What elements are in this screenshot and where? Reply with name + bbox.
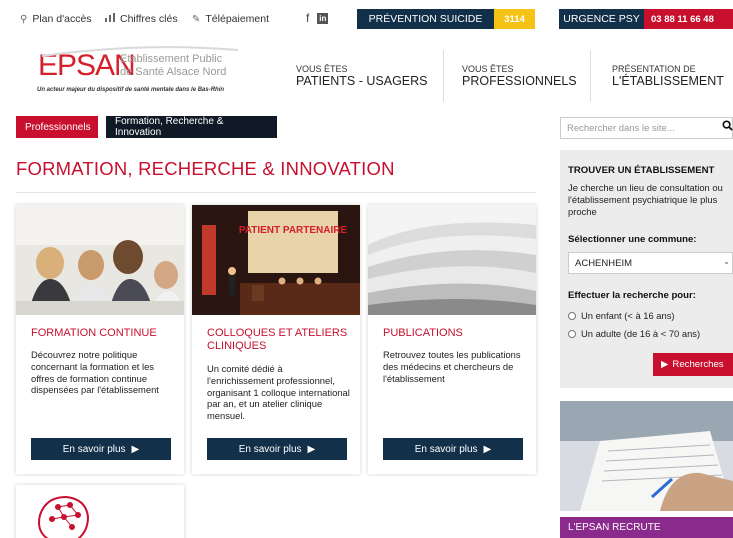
card-innovation[interactable] [16, 485, 184, 538]
breadcrumb-professionnels[interactable]: Professionnels [16, 116, 98, 138]
patient-partenaire-banner: PATIENT PARTENAIRE [239, 225, 348, 236]
card-text: Un comité dédié à l'enrichissement profe… [207, 363, 350, 422]
recruitment-photo[interactable] [560, 401, 733, 511]
radio-circle-icon[interactable] [568, 311, 576, 320]
recherches-button[interactable]: ▶ Recherches [653, 353, 733, 376]
tagline: Un acteur majeur du dispositif de santé … [37, 87, 225, 93]
breadcrumb-current[interactable]: Formation, Recherche & Innovation [106, 116, 277, 138]
page-title: FORMATION, RECHERCHE & INNOVATION [16, 158, 395, 179]
trouver-etablissement-panel: TROUVER UN ÉTABLISSEMENT Je cherche un l… [560, 150, 733, 388]
linkedin-icon[interactable]: in [317, 12, 329, 24]
play-arrow-icon: ▶ [307, 443, 316, 455]
card-title[interactable]: COLLOQUES ET ATELIERS CLINIQUES [207, 327, 352, 353]
commune-label: Sélectionner une commune: [568, 234, 697, 245]
urgence-psy-label[interactable]: URGENCE PSY [559, 9, 644, 29]
play-arrow-icon: ▶ [131, 443, 140, 455]
card-colloques[interactable]: PATIENT PARTENAIRE COLLOQUES ET ATELIERS… [192, 205, 360, 474]
en-savoir-plus-button[interactable]: En savoir plus ▶ [207, 438, 347, 460]
urgence-psy-number[interactable]: 03 88 11 66 48 [644, 9, 733, 29]
nav-patients-usagers[interactable]: VOUS ÊTES PATIENTS - USAGERS [296, 64, 428, 88]
card-title[interactable]: PUBLICATIONS [383, 327, 528, 340]
play-arrow-icon: ▶ [661, 359, 669, 370]
card-publications[interactable]: PUBLICATIONS Retrouvez toutes les public… [368, 205, 536, 474]
card-text: Découvrez notre politique concernant la … [31, 349, 159, 396]
social-links: f in [306, 11, 329, 25]
brain-network-icon [38, 495, 90, 538]
facebook-icon[interactable]: f [306, 11, 309, 25]
epsan-recrute-banner[interactable]: L'EPSAN RECRUTE [560, 517, 733, 538]
finder-title: TROUVER UN ÉTABLISSEMENT [568, 165, 715, 176]
bar-chart-icon [105, 13, 115, 25]
en-savoir-plus-button[interactable]: En savoir plus ▶ [383, 438, 523, 460]
prevention-suicide-label[interactable]: PRÉVENTION SUICIDE [357, 9, 494, 29]
chevron-down-icon: ⌄ [723, 257, 730, 266]
logo-swoosh-icon [41, 46, 239, 57]
commune-select[interactable]: ACHENHEIM ⌄ [568, 252, 733, 274]
card-text: Retrouvez toutes les publications des mé… [383, 349, 521, 384]
finder-description: Je cherche un lieu de consultation ou l'… [568, 182, 723, 217]
card-image [16, 205, 184, 315]
plan-acces-link[interactable]: ⚲ Plan d'accès [20, 13, 92, 25]
nav-divider [590, 50, 591, 102]
card-title[interactable]: FORMATION CONTINUE [31, 327, 176, 340]
leaf-icon: ✎ [192, 13, 201, 25]
divider [16, 192, 536, 193]
radio-adulte[interactable]: Un adulte (de 16 à < 70 ans) [568, 328, 700, 339]
telepaiement-link[interactable]: ✎ Télépaiement [192, 13, 269, 25]
nav-presentation[interactable]: PRÉSENTATION DE L'ÉTABLISSEMENT [612, 64, 724, 88]
nav-professionnels[interactable]: VOUS ÊTES PROFESSIONNELS [462, 64, 577, 88]
radio-enfant[interactable]: Un enfant (< à 16 ans) [568, 310, 675, 321]
search-for-label: Effectuer la recherche pour: [568, 290, 696, 301]
play-arrow-icon: ▶ [483, 443, 492, 455]
radio-circle-icon[interactable] [568, 329, 576, 338]
en-savoir-plus-button[interactable]: En savoir plus ▶ [31, 438, 171, 460]
prevention-suicide-number[interactable]: 3114 [494, 9, 535, 29]
search-icon[interactable] [722, 120, 733, 131]
nav-divider [443, 50, 444, 102]
card-formation-continue[interactable]: FORMATION CONTINUE Découvrez notre polit… [16, 205, 184, 474]
search-input[interactable]: Rechercher dans le site... [560, 117, 733, 139]
top-utility-bar: ⚲ Plan d'accès Chiffres clés ✎ Télépaiem… [0, 0, 733, 38]
chiffres-cles-link[interactable]: Chiffres clés [105, 13, 178, 25]
card-image [368, 205, 536, 315]
map-pin-icon: ⚲ [20, 13, 28, 25]
card-image: PATIENT PARTENAIRE [192, 205, 360, 315]
